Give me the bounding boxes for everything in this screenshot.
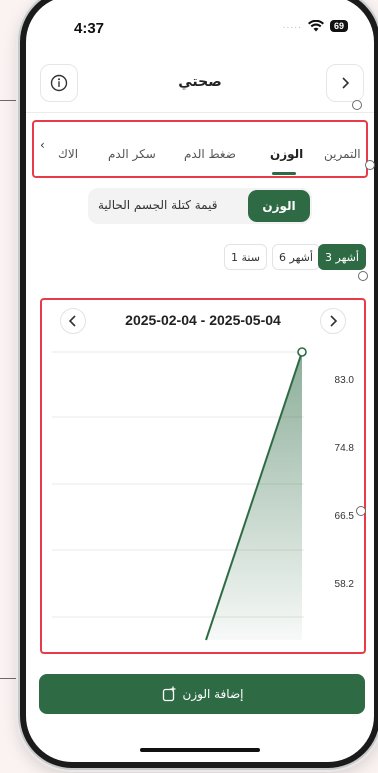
y-tick-label: 66.5	[334, 511, 354, 522]
callout-dot	[352, 100, 362, 110]
wifi-icon	[307, 20, 324, 32]
battery-icon: 69	[329, 20, 348, 32]
y-tick-label: 74.8	[334, 443, 354, 454]
active-tab-indicator	[272, 172, 296, 175]
chevron-left-icon[interactable]: ‹	[40, 138, 45, 152]
tab-more[interactable]: الاك	[58, 147, 78, 161]
tab-weight[interactable]: الوزن	[270, 147, 303, 161]
signal-icon: .....	[282, 21, 302, 31]
add-weight-label: إضافة الوزن	[182, 687, 244, 701]
status-time: 4:37	[74, 20, 105, 37]
y-tick-label: 58.2	[334, 579, 354, 590]
phone-frame: 4:37 ..... 69 صحتي ‹ الاك سكر الدم ضغط ا…	[20, 0, 378, 768]
add-record-icon	[162, 686, 176, 702]
range-1-year[interactable]: 1 سنة	[224, 244, 267, 270]
app-screen: 4:37 ..... 69 صحتي ‹ الاك سكر الدم ضغط ا…	[26, 0, 374, 762]
bmi-option[interactable]: قيمة كتلة الجسم الحالية	[98, 198, 217, 212]
chevron-right-icon	[342, 77, 350, 89]
tab-blood-pressure[interactable]: ضغط الدم	[184, 147, 236, 161]
tab-blood-sugar[interactable]: سكر الدم	[108, 147, 156, 161]
canvas: 4:37 ..... 69 صحتي ‹ الاك سكر الدم ضغط ا…	[0, 0, 378, 773]
home-indicator[interactable]	[140, 748, 260, 752]
header-divider	[26, 112, 374, 113]
data-point[interactable]	[297, 347, 307, 357]
callout-dot	[358, 271, 368, 281]
range-3-months[interactable]: 3 أشهر	[318, 244, 366, 270]
callout-dot	[356, 506, 366, 516]
y-tick-label: 83.0	[334, 375, 354, 386]
range-6-months[interactable]: 6 أشهر	[272, 244, 320, 270]
tab-exercise[interactable]: التمرين	[324, 147, 361, 161]
page-title: صحتي	[178, 74, 222, 90]
back-button[interactable]	[326, 64, 364, 102]
status-icons: ..... 69	[283, 20, 348, 32]
weight-option[interactable]: الوزن	[248, 190, 310, 222]
metric-toggle: قيمة كتلة الجسم الحالية الوزن	[88, 188, 312, 224]
add-weight-button[interactable]: إضافة الوزن	[39, 674, 365, 714]
line-plot	[52, 347, 307, 641]
callout-dot	[365, 160, 375, 170]
weight-chart: 2025-02-04 - 2025-05-04 83.0 74.8 66.5 5…	[40, 298, 366, 654]
category-tabs: ‹ الاك سكر الدم ضغط الدم الوزن التمرين	[32, 120, 368, 178]
